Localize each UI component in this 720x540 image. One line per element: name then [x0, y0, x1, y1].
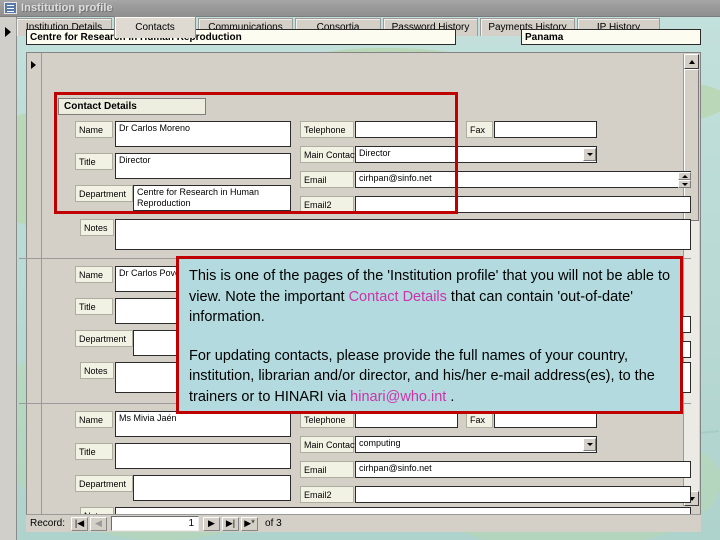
next-record-button[interactable]: ▶ [203, 516, 221, 531]
field-department-3[interactable] [133, 475, 291, 501]
label-telephone-1: Telephone [300, 121, 354, 138]
previous-record-button[interactable]: ◀ [90, 516, 108, 531]
form-window-icon [4, 2, 17, 14]
label-notes-1: Notes [80, 219, 114, 236]
record-number-input[interactable]: 1 [111, 516, 200, 531]
institution-profile-window: Institution profile Institution Details C… [0, 0, 720, 540]
callout-p1-link: Contact Details [348, 288, 447, 305]
callout-p2-email-link[interactable]: hinari@who.int [350, 389, 446, 405]
contact-details-group-caption: Contact Details [58, 98, 206, 115]
record-count-label: of 3 [265, 518, 282, 529]
record-label: Record: [30, 518, 66, 529]
field-name-1[interactable]: Dr Carlos Moreno [115, 121, 291, 147]
field-email2-1[interactable] [355, 196, 691, 213]
main-contact-dropdown-3-chevron-down-icon[interactable] [583, 438, 596, 451]
label-email-3: Email [300, 461, 354, 478]
scrollbar-track[interactable] [684, 69, 699, 491]
field-name-3[interactable]: Ms Mivia Jaén [115, 411, 291, 437]
label-title-1: Title [75, 153, 113, 170]
label-name-2: Name [75, 266, 113, 283]
label-department-2: Department [75, 330, 133, 347]
callout-p2-text-b: . [446, 388, 455, 405]
email-1-spin-down-icon[interactable] [678, 180, 691, 188]
subform-vertical-scrollbar[interactable] [683, 54, 699, 506]
label-department-1: Department [75, 185, 133, 202]
label-name-1: Name [75, 121, 113, 138]
country-field[interactable]: Panama [521, 29, 701, 45]
field-title-1[interactable]: Director [115, 153, 291, 179]
first-record-button[interactable]: |◀ [71, 516, 89, 531]
label-name-3: Name [75, 411, 113, 428]
form-record-selector-gutter[interactable] [0, 17, 17, 540]
scroll-up-button[interactable] [684, 54, 699, 69]
field-email-3[interactable]: cirhpan@sinfo.net [355, 461, 691, 478]
callout-paragraph-2: For updating contacts, please provide th… [189, 346, 672, 408]
tab-contacts[interactable]: Contacts [114, 16, 196, 38]
label-email-1: Email [300, 171, 354, 188]
label-department-3: Department [75, 475, 133, 492]
main-contact-dropdown-1-chevron-down-icon[interactable] [583, 148, 596, 161]
field-department-1[interactable]: Centre for Research in Human Reproductio… [133, 185, 291, 211]
record-navigator: Record: |◀ ◀ 1 ▶ ▶| ▶* of 3 [26, 514, 701, 532]
label-notes-2: Notes [80, 362, 114, 379]
label-main-contact-3: Main Contact [300, 436, 357, 453]
label-email2-1: Email2 [300, 196, 354, 213]
field-email2-3[interactable] [355, 486, 691, 503]
callout-paragraph-1: This is one of the pages of the 'Institu… [189, 266, 672, 328]
field-fax-1[interactable] [494, 121, 597, 138]
last-record-button[interactable]: ▶| [222, 516, 240, 531]
email-1-spin-up-icon[interactable] [678, 172, 691, 180]
field-email-1[interactable]: cirhpan@sinfo.net [355, 171, 691, 188]
subform-current-record-arrow-icon [31, 61, 36, 69]
annotation-callout: This is one of the pages of the 'Institu… [176, 256, 683, 414]
field-telephone-1[interactable] [355, 121, 458, 138]
email-1-spinner[interactable] [678, 172, 691, 188]
institution-name-field[interactable]: Centre for Research in Human Reproductio… [26, 29, 456, 45]
current-record-arrow-icon [5, 27, 11, 37]
window-title: Institution profile [21, 2, 113, 14]
label-title-3: Title [75, 443, 113, 460]
field-main-contact-3[interactable]: computing [355, 436, 597, 453]
label-fax-1: Fax [466, 121, 493, 138]
label-email2-3: Email2 [300, 486, 354, 503]
new-record-button[interactable]: ▶* [241, 516, 259, 531]
label-main-contact-1: Main Contact [300, 146, 357, 163]
field-notes-1[interactable] [115, 219, 691, 250]
callout-paragraph-gap [189, 328, 672, 346]
field-main-contact-1[interactable]: Director [355, 146, 597, 163]
label-title-2: Title [75, 298, 113, 315]
subform-record-selector[interactable] [27, 53, 42, 528]
field-title-3[interactable] [115, 443, 291, 469]
window-title-bar[interactable]: Institution profile [0, 0, 720, 17]
